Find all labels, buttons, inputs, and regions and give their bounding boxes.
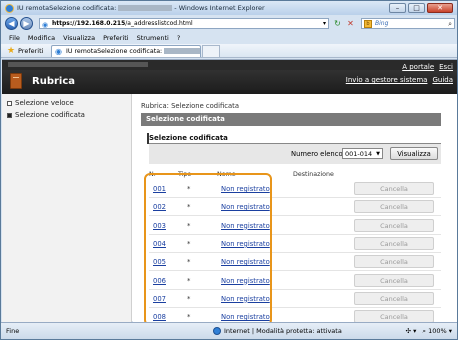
url-host: https://192.168.0.215 [52, 20, 126, 27]
search-icon[interactable]: ⌕ [448, 19, 452, 29]
url-path: /a_addresslistcod.html [125, 20, 193, 27]
menu-modifica[interactable]: Modifica [28, 33, 55, 44]
close-button[interactable]: ✕ [427, 3, 453, 13]
portal-link[interactable]: A portale [402, 63, 434, 71]
page-title: Rubrica [32, 76, 76, 87]
chevron-down-icon: ▼ [376, 151, 380, 157]
delete-button[interactable]: Cancella [354, 218, 434, 232]
menu-file[interactable]: File [9, 33, 20, 44]
browser-window: IU remotaSelezione codificata: - Windows … [0, 0, 458, 340]
new-tab-button[interactable] [202, 45, 220, 57]
search-input[interactable]: b Bing ⌕ [361, 18, 455, 29]
menu-strumenti[interactable]: Strumenti [137, 33, 169, 44]
delete-button[interactable]: Cancella [354, 255, 434, 269]
stop-icon[interactable]: ✕ [345, 19, 356, 29]
delete-button[interactable]: Cancella [354, 291, 434, 305]
address-field[interactable]: ◉ https://192.168.0.215/a_addresslistcod… [39, 18, 329, 29]
favorites-button[interactable]: Preferiti [18, 47, 43, 55]
settings-icon[interactable]: ✣ ▾ [406, 323, 417, 339]
menu-help[interactable]: ? [177, 33, 180, 44]
sidebar-item-selezione-codificata[interactable]: Selezione codificata [7, 111, 85, 119]
blurred-text [164, 48, 200, 54]
chevron-down-icon[interactable]: ▾ [323, 19, 326, 28]
col-destinazione: Destinazione [293, 171, 334, 178]
section-title: Selezione codificata [149, 134, 228, 142]
exit-link[interactable]: Esci [439, 63, 453, 71]
help-link[interactable]: Guida [432, 76, 453, 84]
delete-button[interactable]: Cancella [354, 236, 434, 250]
globe-icon [213, 327, 221, 335]
delete-button[interactable]: Cancella [354, 182, 434, 195]
page-icon: ◉ [42, 21, 49, 29]
delete-button[interactable]: Cancella [354, 200, 434, 214]
bing-icon: b [364, 20, 372, 28]
title-bar: IU remotaSelezione codificata: - Windows … [1, 1, 457, 15]
menu-bar: File Modifica Visualizza Preferiti Strum… [1, 33, 457, 44]
address-book-icon [10, 73, 22, 89]
view-button[interactable]: Visualizza [390, 147, 438, 160]
window-title: IU remotaSelezione codificata: - Windows … [17, 4, 265, 12]
status-text: Fine [6, 327, 20, 335]
ie-icon [5, 4, 14, 13]
sidebar-item-selezione-veloce[interactable]: Selezione veloce [7, 99, 74, 107]
sidebar: Selezione veloce Selezione codificata [2, 94, 132, 322]
favorites-bar: ★ Preferiti ◉ IU remotaSelezione codific… [1, 44, 457, 58]
breadcrumb: Rubrica: Selezione codificata [141, 102, 240, 110]
list-controls: Numero elenco: 001-014 ▼ Visualizza [149, 144, 441, 164]
minimize-button[interactable]: – [389, 3, 406, 13]
forward-button[interactable]: ▶ [20, 17, 33, 30]
highlight-box [144, 173, 272, 326]
menu-preferiti[interactable]: Preferiti [103, 33, 128, 44]
blurred-device-name [8, 62, 148, 67]
section-bar: Selezione codificata [141, 113, 441, 126]
bullet-icon [7, 100, 12, 106]
security-zone: Internet | Modalità protetta: attivata [213, 323, 342, 339]
address-toolbar: ◀ ▶ ◉ https://192.168.0.215/a_addresslis… [1, 16, 457, 32]
blurred-text [118, 5, 173, 11]
refresh-icon[interactable]: ↻ [332, 19, 343, 29]
star-icon[interactable]: ★ [7, 46, 15, 56]
list-number-select[interactable]: 001-014 ▼ [342, 148, 383, 159]
menu-visualizza[interactable]: Visualizza [63, 33, 95, 44]
browser-tab[interactable]: ◉ IU remotaSelezione codificata: [51, 45, 201, 57]
header-banner: Rubrica A portale Esci Invio a gestore s… [2, 60, 457, 94]
status-bar: Fine Internet | Modalità protetta: attiv… [1, 322, 457, 339]
bullet-icon [7, 112, 12, 118]
back-button[interactable]: ◀ [5, 17, 18, 30]
zoom-control[interactable]: ⌕ 100% ▾ [422, 323, 452, 339]
list-number-label: Numero elenco: [291, 150, 345, 158]
delete-button[interactable]: Cancella [354, 273, 434, 287]
maximize-button[interactable]: □ [408, 3, 425, 13]
ie-tab-icon: ◉ [55, 47, 62, 56]
admin-link[interactable]: Invio a gestore sistema [346, 76, 428, 84]
